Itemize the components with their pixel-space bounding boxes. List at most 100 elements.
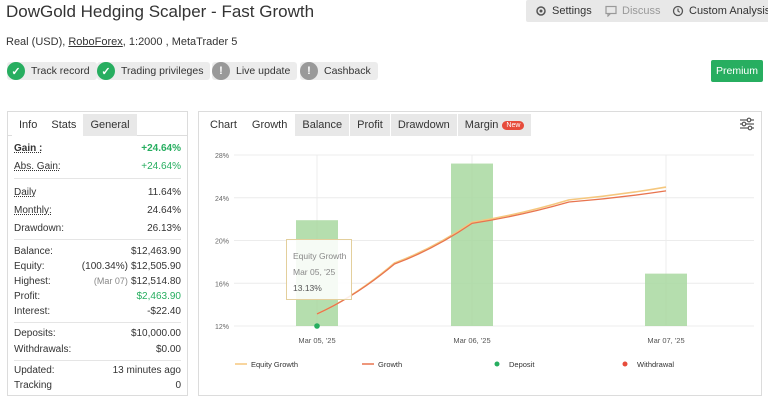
tab-balance[interactable]: Balance: [295, 114, 350, 136]
profit-row: Profit: $2,463.90: [14, 291, 181, 302]
drawdown-label: Drawdown:: [14, 223, 65, 234]
highest-row: Highest: (Mar 07) $12,514.80: [14, 276, 181, 287]
page-title: DowGold Hedging Scalper - Fast Growth: [6, 2, 315, 21]
tab-drawdown[interactable]: Drawdown: [390, 114, 457, 136]
trading-privileges-badge[interactable]: ✓ Trading privileges: [97, 62, 211, 80]
monthly-value: 24.64%: [147, 205, 181, 216]
withdrawals-row: Withdrawals: $0.00: [14, 344, 181, 355]
x-tick-label: Mar 05, '25: [298, 336, 335, 345]
highest-value: $12,514.80: [130, 276, 181, 287]
tab-margin[interactable]: Margin New: [457, 114, 532, 136]
settings-button[interactable]: Settings: [526, 0, 601, 22]
check-icon: ✓: [97, 62, 115, 80]
divider: [14, 360, 181, 361]
profit-value: $2,463.90: [136, 291, 182, 302]
sliders-icon[interactable]: [739, 116, 755, 132]
cashback-label: Cashback: [324, 65, 371, 77]
tab-chart[interactable]: Chart: [203, 114, 244, 136]
premium-button[interactable]: Premium: [711, 60, 763, 82]
y-tick-label: 12%: [215, 324, 229, 331]
tab-info[interactable]: Info: [12, 114, 45, 136]
y-tick-label: 16%: [215, 281, 229, 288]
interest-row: Interest: -$22.40: [14, 306, 181, 317]
monthly-label[interactable]: Monthly:: [14, 205, 52, 216]
equity-percent: (100.34%): [81, 261, 128, 272]
growth-bar: [645, 273, 687, 326]
live-update-label: Live update: [236, 65, 291, 77]
divider: [14, 239, 181, 240]
drawdown-row: Drawdown: 26.13%: [14, 223, 181, 234]
divider: [14, 322, 181, 323]
tooltip-value: 13.13%: [293, 283, 322, 293]
daily-row: Daily 11.64%: [14, 187, 181, 198]
broker-link[interactable]: RoboForex: [68, 36, 122, 48]
highest-date: (Mar 07): [93, 276, 128, 286]
custom-analysis-label: Custom Analysis: [689, 5, 768, 17]
equity-row: Equity: (100.34%) $12,505.90: [14, 261, 181, 272]
track-record-label: Track record: [31, 65, 90, 77]
stats-tabs: Info Stats General: [8, 112, 187, 136]
check-icon: ✓: [7, 62, 25, 80]
withdrawals-label: Withdrawals:: [14, 344, 72, 355]
growth-bar: [451, 163, 493, 326]
tab-profit[interactable]: Profit: [350, 114, 390, 136]
tab-general[interactable]: General: [83, 114, 137, 136]
cashback-badge[interactable]: ! Cashback: [300, 62, 378, 80]
balance-row: Balance: $12,463.90: [14, 246, 181, 257]
track-record-badge[interactable]: ✓ Track record: [7, 62, 97, 80]
abs-gain-value: +24.64%: [141, 161, 181, 172]
settings-label: Settings: [552, 5, 592, 17]
legend-growth: Growth: [378, 360, 402, 369]
monthly-row: Monthly: 24.64%: [14, 205, 181, 216]
legend-withdrawal-swatch: [622, 361, 628, 367]
tooltip-date: Mar 05, '25: [293, 267, 336, 277]
deposits-value: $10,000.00: [130, 328, 181, 339]
updated-label: Updated:: [14, 365, 55, 376]
tracking-value: 0: [175, 380, 181, 391]
withdrawals-value: $0.00: [155, 344, 181, 355]
account-details: , 1:2000 , MetaTrader 5: [122, 36, 238, 48]
daily-label[interactable]: Daily: [14, 187, 36, 198]
live-update-badge[interactable]: ! Live update: [212, 62, 298, 80]
deposits-label: Deposits:: [14, 328, 56, 339]
gain-row: Gain : +24.64%: [14, 143, 181, 154]
discuss-label: Discuss: [622, 5, 661, 17]
chart-tooltip: Equity Growth Mar 05, '25 13.13%: [286, 239, 352, 300]
tracking-label: Tracking: [14, 380, 52, 391]
drawdown-value: 26.13%: [147, 223, 181, 234]
gear-icon: [536, 6, 546, 16]
tracking-row: Tracking 0: [14, 380, 181, 391]
legend-withdrawal: Withdrawal: [637, 360, 674, 369]
tab-growth[interactable]: Growth: [244, 114, 295, 136]
divider: [14, 178, 181, 179]
interest-label: Interest:: [14, 306, 51, 317]
clock-icon: [672, 5, 684, 17]
growth-chart[interactable]: 28% 24% 20% 16% 12% Mar 05, '25 Mar 06, '25 Mar…: [199, 138, 761, 395]
abs-gain-row: Abs. Gain: +24.64%: [14, 161, 181, 172]
abs-gain-label[interactable]: Abs. Gain:: [14, 161, 61, 172]
updated-row: Updated: 13 minutes ago: [14, 365, 181, 376]
profit-label: Profit:: [14, 291, 41, 302]
comment-icon: [605, 5, 617, 17]
equity-label: Equity:: [14, 261, 45, 272]
daily-value: 11.64%: [147, 187, 181, 198]
new-badge: New: [502, 120, 525, 130]
legend-deposit: Deposit: [509, 360, 535, 369]
custom-analysis-button[interactable]: Custom Analysis: [663, 0, 768, 22]
legend-deposit-swatch: [494, 361, 500, 367]
account-type: Real (USD),: [6, 36, 66, 48]
trading-privileges-label: Trading privileges: [121, 65, 204, 77]
tooltip-series: Equity Growth: [293, 251, 347, 261]
discuss-button[interactable]: Discuss: [596, 0, 670, 22]
equity-value: $12,505.90: [130, 261, 181, 272]
exclamation-icon: !: [212, 62, 230, 80]
interest-value: -$22.40: [147, 306, 181, 317]
gain-label[interactable]: Gain :: [14, 143, 42, 154]
legend-equity-growth: Equity Growth: [251, 360, 298, 369]
tab-margin-label: Margin: [464, 119, 499, 131]
x-tick-label: Mar 06, '25: [453, 336, 490, 345]
stats-panel: Info Stats General Gain : +24.64% Abs. G…: [7, 111, 188, 396]
balance-value: $12,463.90: [130, 246, 181, 257]
tab-stats[interactable]: Stats: [44, 114, 84, 136]
y-tick-label: 24%: [215, 196, 229, 203]
